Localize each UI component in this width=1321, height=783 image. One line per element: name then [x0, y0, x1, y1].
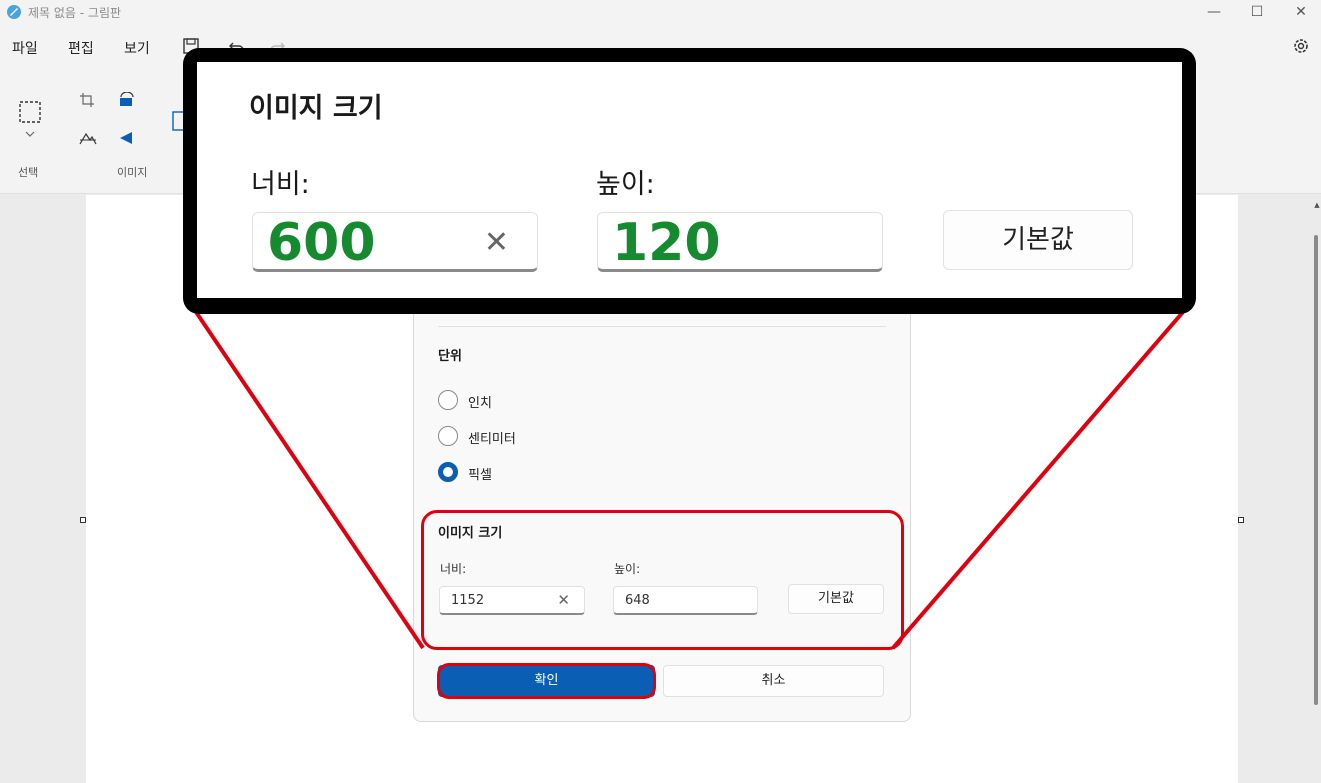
- zoom-height-input: 120: [597, 212, 883, 273]
- zoom-width-label: 너비:: [251, 169, 310, 200]
- highlight-ok-button: [437, 663, 656, 699]
- zoom-height-value: 120: [612, 213, 721, 273]
- zoom-default-button: 기본값: [943, 210, 1133, 270]
- zoom-clear-icon: ✕: [483, 225, 509, 260]
- zoom-height-label: 높이:: [596, 169, 655, 200]
- zoom-width-value: 600: [267, 213, 376, 273]
- zoom-title: 이미지 크기: [249, 93, 383, 124]
- highlight-image-size: [421, 510, 904, 650]
- zoom-width-input: 600 ✕: [252, 212, 538, 273]
